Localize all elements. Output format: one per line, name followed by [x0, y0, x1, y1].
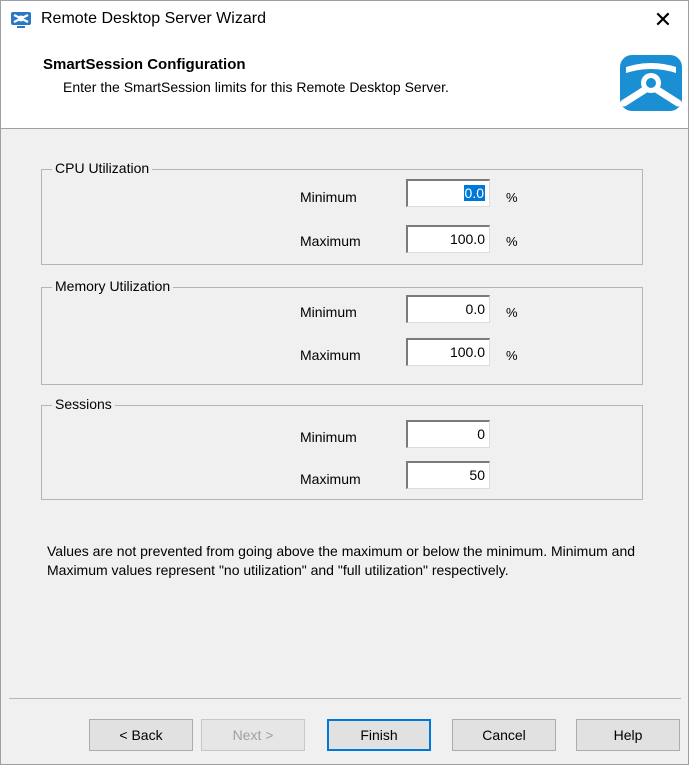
- cpu-minimum-unit: %: [506, 190, 518, 205]
- memory-maximum-label: Maximum: [300, 347, 361, 363]
- sessions-legend: Sessions: [52, 396, 115, 412]
- cancel-button[interactable]: Cancel: [452, 719, 556, 751]
- title-bar[interactable]: Remote Desktop Server Wizard ✕: [1, 1, 688, 39]
- page-subtitle: Enter the SmartSession limits for this R…: [63, 79, 449, 95]
- limits-note: Values are not prevented from going abov…: [47, 543, 636, 578]
- wizard-window: Remote Desktop Server Wizard ✕ SmartSess…: [0, 0, 689, 765]
- memory-maximum-unit: %: [506, 348, 518, 363]
- sessions-maximum-input[interactable]: 50: [406, 461, 490, 489]
- close-icon: ✕: [653, 7, 673, 32]
- memory-utilization-legend: Memory Utilization: [52, 278, 174, 294]
- cpu-maximum-input[interactable]: 100.0: [406, 225, 490, 253]
- memory-minimum-unit: %: [506, 305, 518, 320]
- wizard-header: SmartSession Configuration Enter the Sma…: [1, 39, 688, 129]
- memory-maximum-input[interactable]: 100.0: [406, 338, 490, 366]
- cpu-minimum-value: 0.0: [463, 185, 485, 201]
- sessions-minimum-label: Minimum: [300, 429, 357, 445]
- cpu-utilization-group: CPU Utilization Minimum 0.0 % Maximum 10…: [41, 160, 643, 265]
- cpu-minimum-input[interactable]: 0.0: [406, 179, 490, 207]
- cpu-utilization-legend: CPU Utilization: [52, 160, 153, 176]
- finish-button[interactable]: Finish: [327, 719, 431, 751]
- remote-desktop-icon: [11, 12, 31, 28]
- next-button[interactable]: Next >: [201, 719, 305, 751]
- help-button[interactable]: Help: [576, 719, 680, 751]
- sessions-maximum-label: Maximum: [300, 471, 361, 487]
- sessions-group: Sessions Minimum 0 Maximum 50: [41, 396, 643, 500]
- cpu-maximum-unit: %: [506, 234, 518, 249]
- window-title: Remote Desktop Server Wizard: [41, 10, 266, 27]
- close-button[interactable]: ✕: [640, 1, 686, 39]
- thinmanager-logo-icon: [620, 55, 682, 111]
- sessions-minimum-input[interactable]: 0: [406, 420, 490, 448]
- page-title: SmartSession Configuration: [43, 56, 246, 73]
- footer-divider: [9, 698, 681, 699]
- cpu-minimum-label: Minimum: [300, 189, 357, 205]
- memory-minimum-input[interactable]: 0.0: [406, 295, 490, 323]
- memory-minimum-label: Minimum: [300, 304, 357, 320]
- memory-utilization-group: Memory Utilization Minimum 0.0 % Maximum…: [41, 278, 643, 385]
- cpu-maximum-label: Maximum: [300, 233, 361, 249]
- back-button[interactable]: < Back: [89, 719, 193, 751]
